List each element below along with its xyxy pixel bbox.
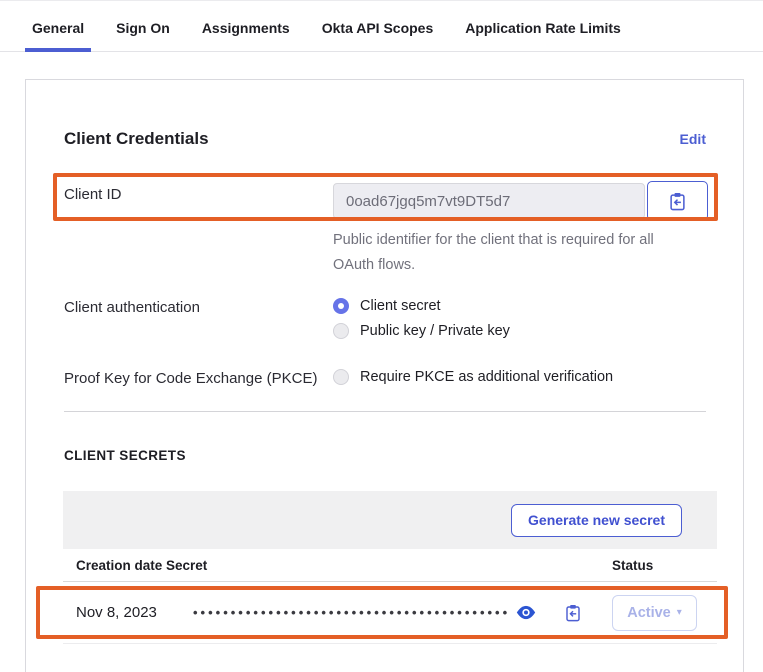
okta-app-settings-page: General Sign On Assignments Okta API Sco… — [0, 0, 763, 672]
secret-cell: ••••••••••••••••••••••••••••••••••••••••… — [166, 604, 608, 622]
client-id-input[interactable] — [333, 183, 645, 219]
show-secret-button[interactable] — [516, 605, 536, 620]
checkbox-unchecked-icon[interactable] — [333, 369, 349, 385]
client-id-row: Client ID — [64, 181, 706, 278]
client-id-control: Public identifier for the client that is… — [333, 181, 708, 278]
client-secrets-toolbar: Generate new secret — [63, 491, 717, 549]
secret-table-row: Nov 8, 2023 ••••••••••••••••••••••••••••… — [63, 582, 717, 644]
status-label: Active — [627, 605, 671, 621]
column-header-secret: Secret — [166, 558, 608, 573]
client-id-description-line2: OAuth flows. — [333, 257, 415, 273]
edit-link[interactable]: Edit — [680, 131, 706, 147]
copy-secret-button[interactable] — [565, 604, 581, 622]
radio-label-client-secret: Client secret — [360, 298, 441, 314]
client-secrets-table-container: Generate new secret Creation date Secret… — [63, 491, 717, 644]
status-dropdown-button[interactable]: Active ▾ — [612, 595, 697, 631]
chevron-down-icon: ▾ — [677, 607, 682, 618]
secret-creation-date: Nov 8, 2023 — [76, 604, 166, 621]
eye-icon — [516, 605, 536, 620]
client-id-label: Client ID — [64, 181, 333, 205]
radio-label-public-private-key: Public key / Private key — [360, 323, 510, 339]
client-credentials-header: Client Credentials Edit — [64, 127, 706, 151]
client-id-description-line1: Public identifier for the client that is… — [333, 232, 654, 248]
tab-assignments[interactable]: Assignments — [195, 20, 297, 51]
column-header-status: Status — [608, 558, 717, 573]
pkce-checkbox-label: Require PKCE as additional verification — [360, 369, 613, 385]
pkce-label: Proof Key for Code Exchange (PKCE) — [64, 365, 333, 389]
pkce-checkbox-option[interactable]: Require PKCE as additional verification — [333, 365, 706, 389]
tab-general[interactable]: General — [25, 20, 91, 51]
generate-new-secret-button[interactable]: Generate new secret — [511, 504, 682, 537]
client-credentials-title: Client Credentials — [64, 127, 209, 151]
client-authentication-row: Client authentication Client secret Publ… — [64, 294, 706, 343]
pkce-control: Require PKCE as additional verification — [333, 365, 706, 389]
client-authentication-label: Client authentication — [64, 294, 333, 318]
radio-selected-icon[interactable] — [333, 298, 349, 314]
tab-sign-on[interactable]: Sign On — [109, 20, 177, 51]
section-divider — [64, 411, 706, 412]
column-header-creation-date: Creation date — [76, 558, 166, 573]
card-content: Client Credentials Edit Client ID — [26, 80, 743, 644]
masked-secret-value: ••••••••••••••••••••••••••••••••••••••••… — [193, 605, 510, 620]
client-id-input-group — [333, 181, 708, 221]
tab-okta-api-scopes[interactable]: Okta API Scopes — [315, 20, 441, 51]
tab-bar: General Sign On Assignments Okta API Sco… — [0, 1, 763, 52]
radio-option-client-secret[interactable]: Client secret — [333, 294, 706, 318]
radio-unselected-icon[interactable] — [333, 323, 349, 339]
tab-application-rate-limits[interactable]: Application Rate Limits — [458, 20, 628, 51]
general-settings-card: Client Credentials Edit Client ID — [25, 79, 744, 672]
radio-option-public-private-key[interactable]: Public key / Private key — [333, 319, 706, 343]
pkce-row: Proof Key for Code Exchange (PKCE) Requi… — [64, 365, 706, 389]
status-cell: Active ▾ — [608, 595, 717, 631]
clipboard-copy-icon — [565, 604, 581, 622]
client-authentication-options: Client secret Public key / Private key — [333, 294, 706, 343]
secrets-table-header: Creation date Secret Status — [63, 549, 717, 582]
copy-client-id-button[interactable] — [647, 181, 708, 221]
client-secrets-title: CLIENT SECRETS — [64, 446, 706, 466]
client-id-description: Public identifier for the client that is… — [333, 228, 663, 278]
clipboard-copy-icon — [669, 192, 686, 211]
